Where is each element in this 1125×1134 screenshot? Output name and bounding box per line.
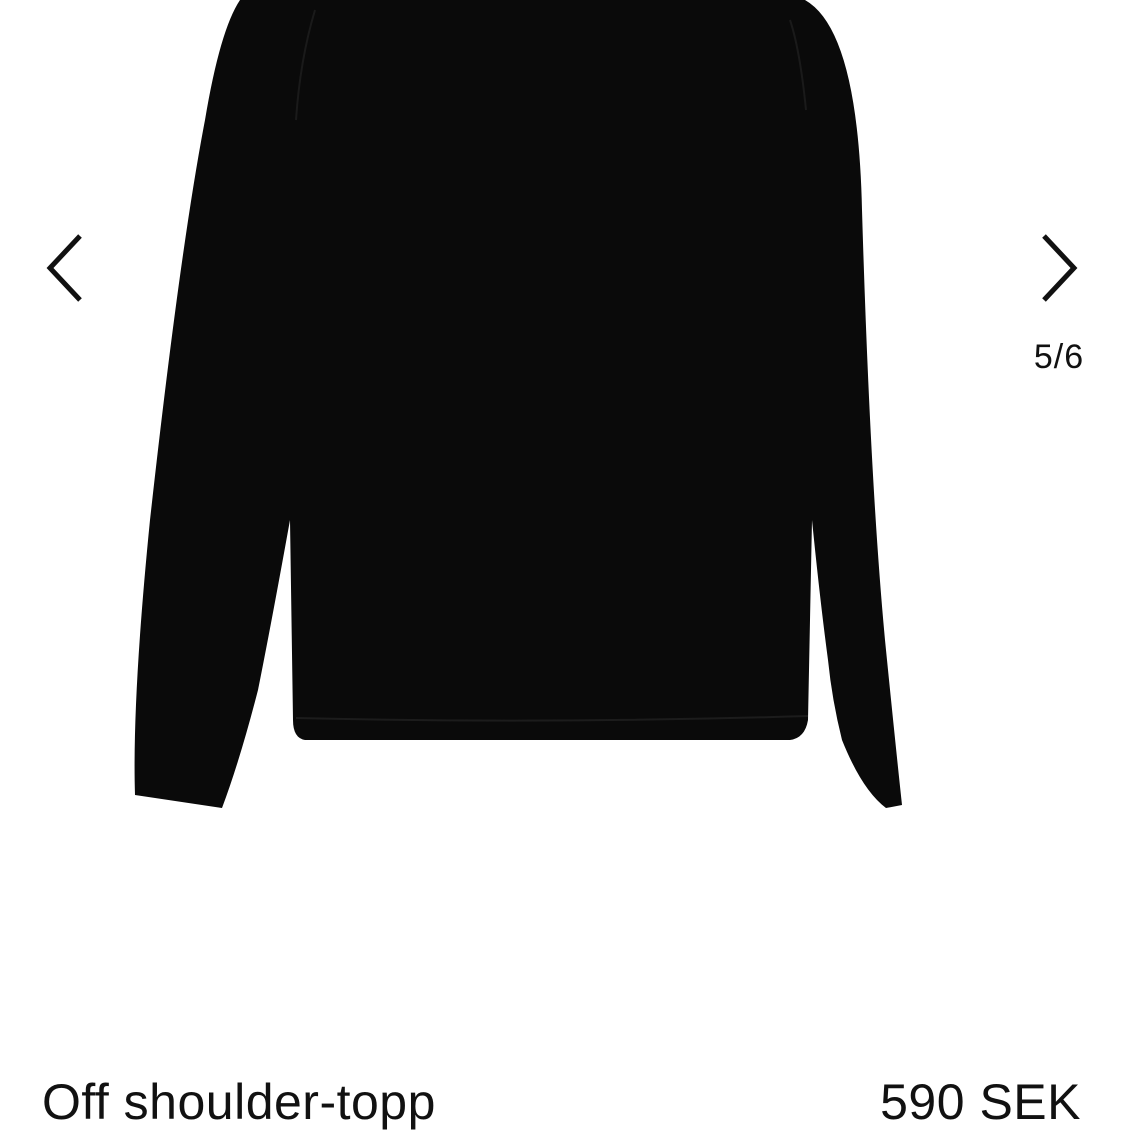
image-counter: 5/6 [1033,338,1085,376]
previous-image-button[interactable] [32,225,102,315]
chevron-right-icon [1042,234,1078,302]
product-price: 590 SEK [880,1074,1081,1130]
product-name: Off shoulder-topp [42,1074,436,1130]
product-image [134,0,903,808]
product-gallery: 5/6 [0,0,1125,1040]
product-info: Off shoulder-topp 590 SEK [42,1070,1081,1130]
next-image-button[interactable] [1022,225,1092,315]
chevron-left-icon [46,234,82,302]
garment-shape [134,0,903,808]
